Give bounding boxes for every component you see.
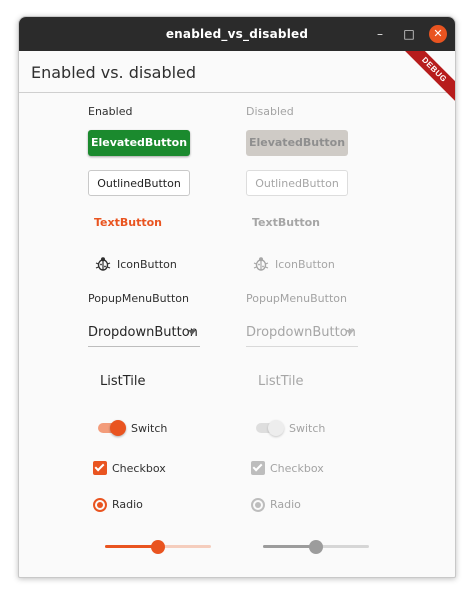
checkbox-enabled-label: Checkbox bbox=[112, 462, 166, 475]
radio-enabled[interactable] bbox=[93, 498, 107, 512]
radio-dot bbox=[97, 502, 103, 508]
popup-menu-button-disabled: PopupMenuButton bbox=[246, 292, 347, 305]
elevated-button-enabled[interactable]: ElevatedButton bbox=[88, 130, 190, 156]
switch-thumb bbox=[110, 420, 126, 436]
dropdown-button-disabled: DropdownButton bbox=[246, 323, 358, 347]
minimize-button[interactable]: – bbox=[371, 25, 389, 43]
switch-disabled-label: Switch bbox=[289, 422, 326, 435]
slider-thumb[interactable] bbox=[151, 540, 165, 554]
maximize-button[interactable]: □ bbox=[400, 25, 418, 43]
app-window: enabled_vs_disabled – □ ✕ Enabled vs. di… bbox=[18, 16, 456, 578]
slider-enabled[interactable] bbox=[105, 539, 211, 555]
debug-banner-label: DEBUG bbox=[397, 51, 455, 107]
check-icon bbox=[252, 461, 263, 472]
text-button-enabled[interactable]: TextButton bbox=[94, 216, 162, 229]
title-bar: enabled_vs_disabled – □ ✕ bbox=[19, 17, 455, 51]
debug-banner: DEBUG bbox=[395, 51, 455, 111]
switch-enabled-label: Switch bbox=[131, 422, 168, 435]
icon-button-disabled: IconButton bbox=[253, 254, 335, 274]
check-icon bbox=[94, 461, 105, 472]
list-tile-disabled: ListTile bbox=[258, 374, 304, 389]
page-title: Enabled vs. disabled bbox=[31, 63, 197, 82]
elevated-button-disabled: ElevatedButton bbox=[246, 130, 348, 156]
close-button[interactable]: ✕ bbox=[429, 25, 447, 43]
radio-enabled-label: Radio bbox=[112, 498, 143, 511]
switch-enabled[interactable] bbox=[98, 420, 126, 436]
outlined-button-disabled: OutlinedButton bbox=[246, 170, 348, 196]
caret-down-icon bbox=[188, 330, 196, 335]
app-bar: Enabled vs. disabled bbox=[19, 51, 455, 93]
bug-icon bbox=[95, 257, 111, 271]
caret-down-icon bbox=[346, 330, 354, 335]
outlined-button-enabled[interactable]: OutlinedButton bbox=[88, 170, 190, 196]
slider-thumb bbox=[309, 540, 323, 554]
popup-menu-button-enabled[interactable]: PopupMenuButton bbox=[88, 292, 189, 305]
list-tile-enabled[interactable]: ListTile bbox=[100, 374, 146, 389]
radio-disabled-label: Radio bbox=[270, 498, 301, 511]
window-title: enabled_vs_disabled bbox=[165, 27, 309, 41]
switch-thumb bbox=[268, 420, 284, 436]
checkbox-disabled bbox=[251, 461, 265, 475]
icon-button-enabled-label: IconButton bbox=[117, 257, 177, 271]
text-button-disabled: TextButton bbox=[252, 216, 320, 229]
radio-disabled bbox=[251, 498, 265, 512]
icon-button-enabled[interactable]: IconButton bbox=[95, 254, 177, 274]
checkbox-enabled[interactable] bbox=[93, 461, 107, 475]
disabled-column-label: Disabled bbox=[246, 105, 294, 118]
slider-disabled bbox=[263, 539, 369, 555]
checkbox-disabled-label: Checkbox bbox=[270, 462, 324, 475]
bug-icon bbox=[253, 257, 269, 271]
dropdown-disabled-value: DropdownButton bbox=[246, 325, 356, 340]
dropdown-enabled-value: DropdownButton bbox=[88, 325, 198, 340]
icon-button-disabled-label: IconButton bbox=[275, 257, 335, 271]
radio-dot bbox=[255, 502, 261, 508]
switch-disabled bbox=[256, 420, 284, 436]
enabled-column-label: Enabled bbox=[88, 105, 133, 118]
dropdown-button-enabled[interactable]: DropdownButton bbox=[88, 323, 200, 347]
